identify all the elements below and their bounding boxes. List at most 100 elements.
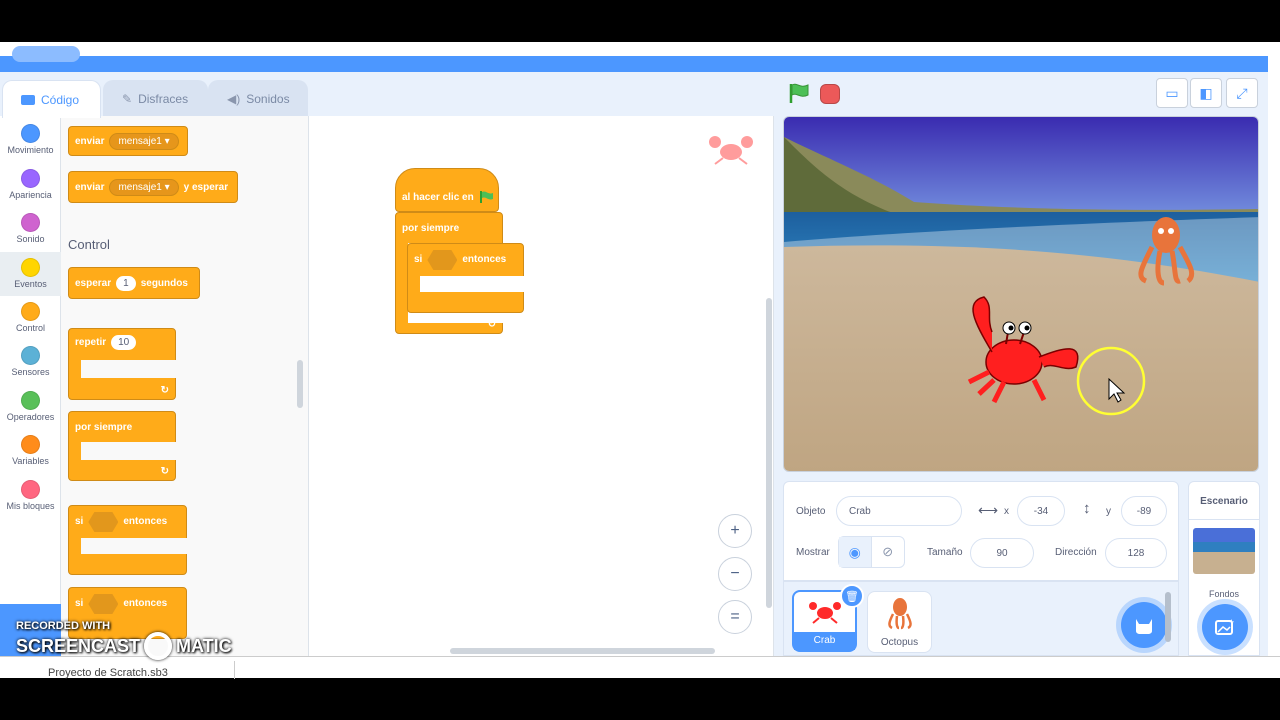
zoom-in-icon: + (730, 522, 740, 539)
x-label: x (1004, 506, 1009, 517)
category-my-blocks[interactable]: Mis bloques (0, 474, 61, 518)
sprite-tile-octopus[interactable]: Octopus (867, 591, 932, 653)
trash-icon: 🗑 (845, 590, 859, 603)
block-when-flag-clicked[interactable]: al hacer clic en (395, 168, 499, 212)
condition-slot[interactable] (88, 594, 119, 614)
vertical-arrows-icon: ↕ (1083, 500, 1091, 517)
loop-arrow-icon: ↻ (487, 319, 496, 330)
small-stage-icon: ▭ (1165, 84, 1179, 101)
script-horizontal-scrollbar[interactable] (450, 648, 715, 654)
category-motion[interactable]: Movimiento (0, 118, 61, 162)
screen: Código ✎ Disfraces ◀) Sonidos Movimiento… (0, 0, 1280, 720)
choose-sprite-button[interactable] (1121, 602, 1167, 648)
screencast-logo-icon (144, 632, 173, 660)
zoom-out-button[interactable]: − (718, 557, 752, 591)
tab-costumes-label: Disfraces (138, 91, 189, 106)
screencast-watermark: RECORDED WITH SCREENCAST MATIC (16, 620, 232, 660)
sprite-name-input[interactable]: Crab (836, 496, 962, 526)
delete-sprite-button[interactable]: 🗑 (840, 584, 864, 608)
crab-thumbnail-icon (808, 602, 841, 624)
tab-costumes[interactable]: ✎ Disfraces (103, 80, 208, 116)
page-scrollbar[interactable] (1268, 56, 1280, 656)
tab-code-label: Código (41, 92, 80, 107)
repeat-count-input[interactable]: 10 (111, 335, 137, 350)
condition-slot[interactable] (427, 250, 458, 270)
category-operators[interactable]: Operadores (0, 385, 61, 429)
condition-slot[interactable] (88, 512, 119, 532)
object-label: Objeto (796, 506, 826, 517)
backdrop-title: Escenario (1200, 496, 1248, 507)
message-dropdown[interactable]: mensaje1 ▾ (109, 132, 179, 150)
choose-backdrop-button[interactable]: + (1202, 604, 1248, 650)
category-looks[interactable]: Apariencia (0, 163, 61, 207)
size-label: Tamaño (927, 547, 963, 558)
category-dot-icon (21, 258, 40, 277)
backdrops-count-label: Fondos (1208, 589, 1240, 599)
horizontal-arrows-icon: ⟷ (978, 502, 999, 518)
x-position-input[interactable]: -34 (1017, 496, 1065, 526)
stage-backdrop-panel[interactable]: Escenario Fondos + (1188, 481, 1260, 656)
script-vertical-scrollbar[interactable] (766, 298, 772, 608)
hide-sprite-button[interactable]: ⊘ (872, 537, 905, 567)
code-icon (21, 94, 35, 105)
palette-section-control: Control (68, 237, 110, 252)
category-dot-icon (21, 435, 40, 454)
category-events[interactable]: Eventos (0, 252, 61, 296)
category-dot-icon (21, 169, 40, 188)
show-sprite-button[interactable]: ◉ (839, 537, 872, 567)
y-label: y (1106, 506, 1111, 517)
tab-code[interactable]: Código (2, 80, 101, 118)
category-dot-icon (21, 213, 40, 232)
block-broadcast-and-wait[interactable]: enviar mensaje1 ▾ y esperar (68, 171, 238, 203)
download-file-name[interactable]: Proyecto de Scratch.sb3 (48, 667, 168, 679)
sprite-list-scrollbar[interactable] (1165, 592, 1171, 642)
speaker-icon: ◀) (227, 91, 241, 106)
block-repeat[interactable]: repetir 10 ↻ (68, 328, 176, 400)
beach-backdrop (784, 117, 1258, 471)
large-stage-button[interactable]: ◧ (1190, 78, 1222, 108)
eye-slash-icon: ⊘ (882, 544, 894, 559)
fullscreen-button[interactable]: ⤢ (1226, 78, 1258, 108)
fullscreen-icon: ⤢ (1236, 84, 1248, 101)
direction-label: Dirección (1055, 547, 1097, 558)
crab-sprite-thumbnail-icon (709, 136, 753, 165)
visibility-toggle: ◉ ⊘ (838, 536, 905, 568)
loop-arrow-icon: ↻ (160, 466, 169, 477)
category-dot-icon (21, 124, 40, 143)
y-position-input[interactable]: -89 (1121, 496, 1167, 526)
zoom-reset-button[interactable]: = (718, 600, 752, 634)
palette-scrollbar[interactable] (297, 360, 303, 408)
green-flag-button[interactable] (788, 82, 810, 104)
category-dot-icon (21, 346, 40, 365)
message-dropdown[interactable]: mensaje1 ▾ (109, 178, 179, 196)
show-label: Mostrar (796, 547, 830, 558)
svg-text:+: + (1229, 618, 1234, 627)
script-area[interactable] (309, 116, 774, 656)
block-broadcast[interactable]: enviar mensaje1 ▾ (68, 126, 188, 156)
forever-slot (81, 442, 176, 460)
green-flag-icon (479, 191, 493, 203)
zoom-out-icon: − (730, 565, 740, 582)
category-control[interactable]: Control (0, 296, 61, 340)
category-sound[interactable]: Sonido (0, 207, 61, 251)
tab-sounds[interactable]: ◀) Sonidos (208, 80, 308, 116)
small-stage-button[interactable]: ▭ (1156, 78, 1188, 108)
size-input[interactable]: 90 (970, 538, 1034, 568)
stage-canvas[interactable] (783, 116, 1259, 472)
block-forever[interactable]: por siempre ↻ (68, 411, 176, 481)
sprite-info-panel: Objeto Crab ⟷ x -34 ↕ y -89 Mostrar ◉ ⊘ … (783, 481, 1179, 581)
wait-seconds-input[interactable]: 1 (116, 275, 136, 291)
if-slot (420, 276, 524, 292)
zoom-in-button[interactable]: + (718, 514, 752, 548)
category-variables[interactable]: Variables (0, 429, 61, 473)
scratch-logo[interactable] (12, 46, 80, 62)
category-sensing[interactable]: Sensores (0, 340, 61, 384)
script-if-then-block[interactable]: si entonces (407, 243, 524, 313)
block-wait[interactable]: esperar 1 segundos (68, 267, 200, 299)
sprite-list: Crab 🗑 Octopus (783, 581, 1179, 656)
brush-icon: ✎ (122, 91, 133, 106)
block-if-then[interactable]: si entonces (68, 505, 187, 575)
backdrop-thumbnail (1193, 528, 1255, 574)
stop-button[interactable] (820, 84, 840, 104)
direction-input[interactable]: 128 (1105, 538, 1167, 568)
